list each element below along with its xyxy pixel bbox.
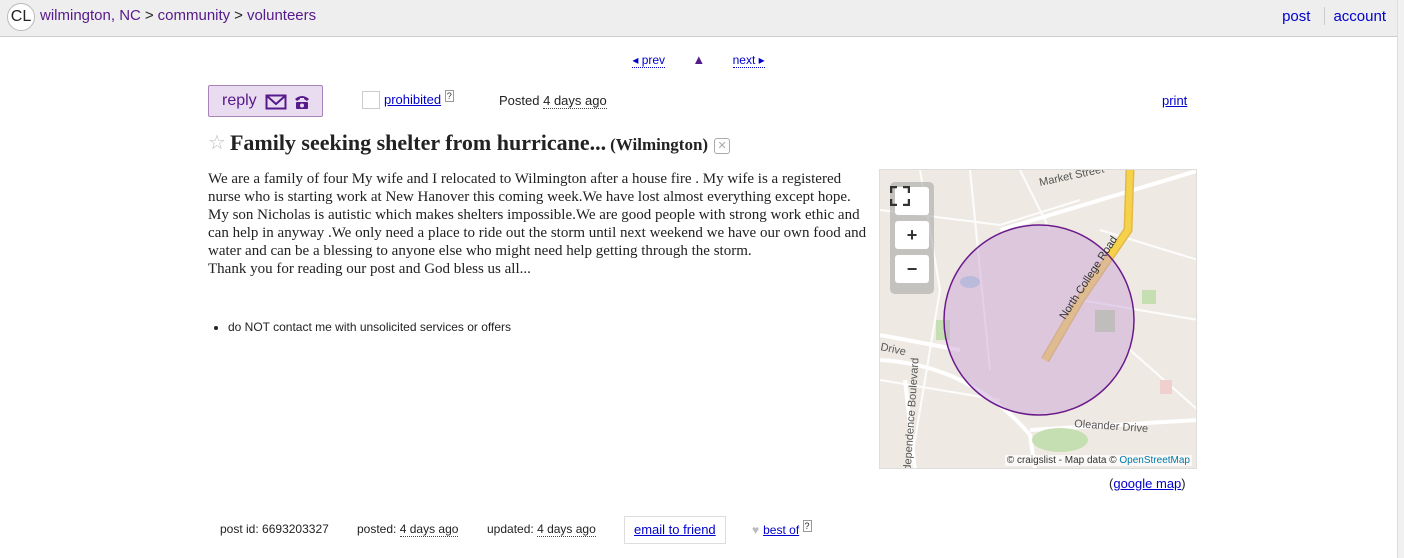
breadcrumb: wilmington, NC > community > volunteers xyxy=(40,7,316,24)
zoom-in-button[interactable]: + xyxy=(895,221,929,249)
breadcrumb-separator: > xyxy=(234,7,243,24)
footer-updated: updated: 4 days ago xyxy=(487,522,596,537)
fullscreen-icon[interactable] xyxy=(890,186,929,215)
reply-button[interactable]: reply xyxy=(208,85,323,117)
posting-nav: ◂ prev ▲ next ▸ xyxy=(0,52,1397,68)
account-link[interactable]: account xyxy=(1333,8,1386,25)
post-link[interactable]: post xyxy=(1282,8,1310,25)
footer-updated-label: updated: xyxy=(487,522,534,536)
up-arrow-link[interactable]: ▲ xyxy=(692,52,705,67)
post-id: post id: 6693203327 xyxy=(220,522,329,536)
location-map[interactable]: Market Street North College Road Drive O… xyxy=(879,169,1197,469)
star-icon[interactable]: ☆ xyxy=(208,132,226,154)
notice-item: do NOT contact me with unsolicited servi… xyxy=(228,320,511,334)
reply-label: reply xyxy=(222,92,257,109)
footer-posted-value: 4 days ago xyxy=(399,522,459,537)
post-id-label: post id: xyxy=(220,522,259,536)
openstreetmap-link[interactable]: OpenStreetMap xyxy=(1119,455,1190,466)
email-to-friend-button[interactable]: email to friend xyxy=(624,516,726,544)
notices-list: do NOT contact me with unsolicited servi… xyxy=(208,320,511,334)
best-of: ♥ best of ? xyxy=(752,520,812,537)
prohibited-flag: prohibited ? xyxy=(362,89,454,109)
user-links: post account xyxy=(1282,7,1386,25)
title-text: Family seeking shelter from hurricane... xyxy=(229,130,607,155)
next-link[interactable]: next ▸ xyxy=(732,53,765,68)
posted-value: 4 days ago xyxy=(543,93,607,109)
body-closing: Thank you for reading our post and God b… xyxy=(208,261,531,277)
breadcrumb-volunteers[interactable]: volunteers xyxy=(247,7,316,24)
breadcrumb-city[interactable]: wilmington, NC xyxy=(40,7,141,24)
prev-link[interactable]: ◂ prev xyxy=(632,53,666,68)
prohibited-help-icon[interactable]: ? xyxy=(444,89,454,102)
google-map-container: (google map) xyxy=(1109,476,1186,491)
craigslist-logo[interactable]: CL xyxy=(7,3,35,31)
divider xyxy=(1324,7,1326,25)
body-paragraph: We are a family of four My wife and I re… xyxy=(208,171,867,259)
posting-title: ☆ Family seeking shelter from hurricane..… xyxy=(208,130,731,156)
title-location: (Wilmington) xyxy=(610,135,709,154)
best-of-link[interactable]: best of xyxy=(763,523,799,537)
footer-updated-value: 4 days ago xyxy=(537,522,596,537)
google-map-link[interactable]: google map xyxy=(1113,476,1181,491)
posted-label: Posted xyxy=(499,93,540,108)
posting-body: We are a family of four My wife and I re… xyxy=(208,170,870,278)
map-attribution: © craigslist - Map data © OpenStreetMap xyxy=(1004,455,1192,466)
top-header: CL wilmington, NC > community > volunteers p… xyxy=(0,0,1397,37)
hide-icon[interactable]: ✕ xyxy=(714,138,731,154)
print-link[interactable]: print xyxy=(1162,93,1187,108)
heart-icon[interactable]: ♥ xyxy=(752,523,759,537)
mail-icon xyxy=(265,92,287,122)
attribution-text: © craigslist - Map data © xyxy=(1006,455,1117,466)
posted-date: Posted 4 days ago xyxy=(499,93,607,109)
breadcrumb-community[interactable]: community xyxy=(158,7,231,24)
footer-posted: posted: 4 days ago xyxy=(357,522,459,537)
flag-checkbox[interactable] xyxy=(362,91,380,109)
footer-posted-label: posted: xyxy=(357,522,397,536)
zoom-out-button[interactable]: − xyxy=(895,255,929,283)
prohibited-link[interactable]: prohibited xyxy=(384,92,441,107)
map-controls: + − xyxy=(890,182,934,294)
page-scrollbar[interactable] xyxy=(1397,0,1404,558)
breadcrumb-separator: > xyxy=(144,7,154,24)
best-of-help-icon[interactable]: ? xyxy=(802,520,812,532)
phone-icon xyxy=(293,92,311,122)
post-id-value: 6693203327 xyxy=(262,522,329,536)
